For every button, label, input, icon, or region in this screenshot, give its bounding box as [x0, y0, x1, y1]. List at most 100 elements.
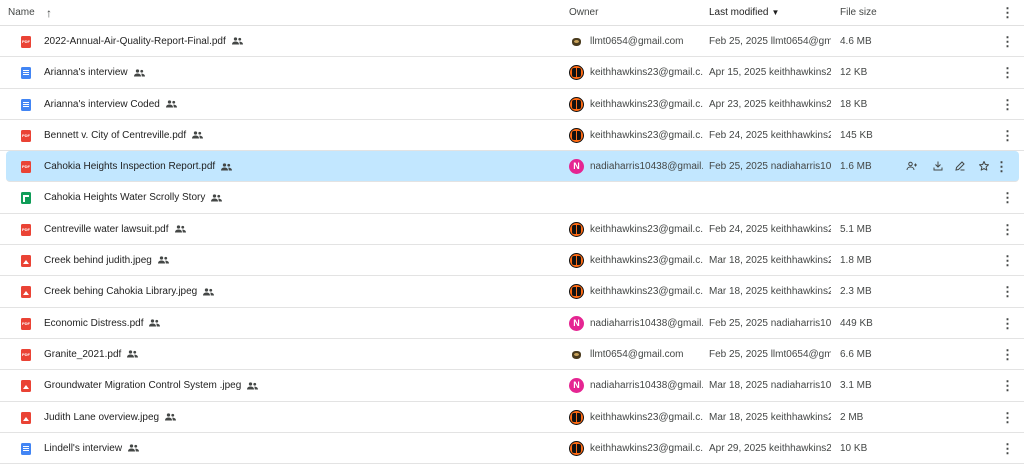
- file-name[interactable]: Lindell's interview: [44, 433, 464, 464]
- shared-people-icon: [247, 381, 259, 390]
- share-icon[interactable]: [906, 160, 920, 174]
- shared-people-icon: [221, 162, 233, 171]
- file-row[interactable]: Lindell's interview keithhawkins23@gmail.…: [0, 433, 1024, 465]
- file-name[interactable]: Granite_2021.pdf: [44, 339, 464, 370]
- owner-email: keithhawkins23@gmail.c...: [590, 129, 703, 141]
- column-header-name[interactable]: Name: [8, 0, 35, 26]
- shared-people-icon: [127, 350, 139, 358]
- file-row[interactable]: Cahokia Heights Water Scrolly Story ⋮: [0, 182, 1024, 214]
- image-file-icon: [21, 255, 31, 268]
- owner-email: llmt0654@gmail.com: [590, 36, 684, 47]
- row-more-options-icon[interactable]: ⋮: [1001, 276, 1013, 307]
- file-name[interactable]: 2022-Annual-Air-Quality-Report-Final.pdf: [44, 26, 464, 57]
- file-name-text: Economic Distress.pdf: [44, 317, 144, 329]
- file-name-text: Creek behind judith.jpeg: [44, 255, 152, 267]
- file-name-text: Cahokia Heights Water Scrolly Story: [44, 192, 206, 204]
- file-size-value: 2.3 MB: [840, 286, 872, 298]
- owner-email: [590, 182, 703, 213]
- file-list: 2022-Annual-Air-Quality-Report-Final.pdf…: [0, 26, 1024, 465]
- column-header-owner[interactable]: Owner: [569, 0, 598, 26]
- file-size-value: 1.8 MB: [840, 255, 872, 267]
- file-name[interactable]: Centreville water lawsuit.pdf: [44, 214, 464, 245]
- file-name-text: Arianna's interview Coded: [44, 98, 160, 110]
- file-name[interactable]: Bennett v. City of Centreville.pdf: [44, 120, 464, 151]
- owner-email: keithhawkins23@gmail.c...: [590, 411, 703, 423]
- file-size-value: 6.6 MB: [840, 348, 872, 360]
- file-name[interactable]: Arianna's interview Coded: [44, 89, 464, 120]
- pdf-file-icon: [21, 36, 31, 48]
- owner-avatar: N: [569, 315, 584, 331]
- shared-people-icon: [192, 131, 204, 139]
- file-row[interactable]: Groundwater Migration Control System .jp…: [0, 370, 1024, 402]
- file-row[interactable]: Cahokia Heights Inspection Report.pdf Nna…: [6, 151, 1019, 183]
- row-more-options-icon[interactable]: ⋮: [1001, 402, 1013, 433]
- owner-avatar: [569, 409, 584, 425]
- row-more-options-icon[interactable]: ⋮: [1001, 89, 1013, 120]
- row-more-options-icon[interactable]: ⋮: [1001, 214, 1013, 245]
- file-row[interactable]: Centreville water lawsuit.pdf keithhawkin…: [0, 214, 1024, 246]
- row-more-options-icon[interactable]: ⋮: [1001, 433, 1013, 464]
- last-modified-value: [709, 182, 831, 213]
- file-name[interactable]: Creek behind judith.jpeg: [44, 245, 464, 276]
- row-more-options-icon[interactable]: ⋮: [1001, 339, 1013, 370]
- pdf-file-icon: [21, 223, 31, 236]
- download-icon[interactable]: [932, 160, 946, 174]
- document-file-icon: [21, 442, 31, 455]
- file-name[interactable]: Arianna's interview: [44, 57, 464, 88]
- row-more-options-icon[interactable]: ⋮: [1001, 26, 1013, 57]
- last-modified-value: Feb 25, 2025 nadiaharris10...: [709, 161, 831, 173]
- file-name[interactable]: Groundwater Migration Control System .jp…: [44, 370, 464, 401]
- owner-avatar: [569, 34, 584, 49]
- file-row[interactable]: Creek behing Cahokia Library.jpeg keithha…: [0, 276, 1024, 308]
- file-row[interactable]: Economic Distress.pdf Nnadiaharris10438@g…: [0, 308, 1024, 339]
- shared-people-icon: [157, 256, 169, 264]
- owner-avatar: [569, 284, 584, 300]
- owner-email: keithhawkins23@gmail.c...: [590, 223, 703, 235]
- last-modified-value: Apr 29, 2025 keithhawkins2...: [709, 442, 831, 454]
- last-modified-value: Mar 18, 2025 nadiaharris10...: [709, 380, 831, 392]
- sort-ascending-icon[interactable]: ↑: [46, 0, 52, 26]
- image-file-icon: [21, 286, 31, 299]
- row-more-options-icon[interactable]: ⋮: [995, 151, 1007, 182]
- file-row[interactable]: Granite_2021.pdf llmt0654@gmail.com Feb 25…: [0, 339, 1024, 371]
- column-header-last-modified[interactable]: Last modified ▼: [709, 0, 779, 26]
- more-options-icon[interactable]: ⋮: [1001, 0, 1014, 26]
- row-more-options-icon[interactable]: ⋮: [1001, 308, 1013, 339]
- file-name-text: Granite_2021.pdf: [44, 348, 122, 360]
- file-row[interactable]: Arianna's interview Coded keithhawkins23@…: [0, 89, 1024, 120]
- file-name[interactable]: Economic Distress.pdf: [44, 308, 464, 339]
- row-more-options-icon[interactable]: ⋮: [1001, 182, 1013, 213]
- owner-email: keithhawkins23@gmail.c...: [590, 442, 703, 454]
- document-file-icon: [21, 67, 31, 80]
- file-name[interactable]: Creek behing Cahokia Library.jpeg: [44, 276, 464, 307]
- shared-people-icon: [231, 37, 243, 45]
- owner-email: keithhawkins23@gmail.c...: [590, 67, 703, 79]
- rename-icon[interactable]: [954, 160, 968, 174]
- row-more-options-icon[interactable]: ⋮: [1001, 245, 1013, 276]
- row-more-options-icon[interactable]: ⋮: [1001, 57, 1013, 88]
- file-size-value: 4.6 MB: [840, 36, 872, 47]
- row-more-options-icon[interactable]: ⋮: [1001, 120, 1013, 151]
- file-row[interactable]: 2022-Annual-Air-Quality-Report-Final.pdf…: [0, 26, 1024, 58]
- star-icon[interactable]: [978, 160, 992, 174]
- file-size-value: [840, 182, 900, 213]
- column-header-file-size[interactable]: File size: [840, 0, 877, 26]
- file-name-text: Arianna's interview: [44, 67, 128, 79]
- row-more-options-icon[interactable]: ⋮: [1001, 370, 1013, 401]
- sort-caret-icon: ▼: [771, 8, 780, 17]
- file-name[interactable]: Cahokia Heights Water Scrolly Story: [44, 182, 464, 213]
- shared-people-icon: [165, 100, 177, 108]
- shared-people-icon: [133, 69, 145, 77]
- file-row[interactable]: Arianna's interview keithhawkins23@gmail.…: [0, 57, 1024, 89]
- file-row[interactable]: Creek behind judith.jpeg keithhawkins23@g…: [0, 245, 1024, 277]
- file-row[interactable]: Judith Lane overview.jpeg keithhawkins23@…: [0, 402, 1024, 433]
- owner-email: nadiaharris10438@gmail....: [590, 317, 703, 329]
- owner-avatar: [569, 221, 584, 237]
- shared-people-icon: [165, 413, 177, 421]
- file-size-value: 145 KB: [840, 129, 873, 141]
- owner-avatar: [569, 347, 584, 362]
- owner-avatar: N: [569, 159, 584, 175]
- file-row[interactable]: Bennett v. City of Centreville.pdf keithh…: [0, 120, 1024, 152]
- file-name[interactable]: Judith Lane overview.jpeg: [44, 402, 464, 433]
- file-name[interactable]: Cahokia Heights Inspection Report.pdf: [44, 151, 464, 182]
